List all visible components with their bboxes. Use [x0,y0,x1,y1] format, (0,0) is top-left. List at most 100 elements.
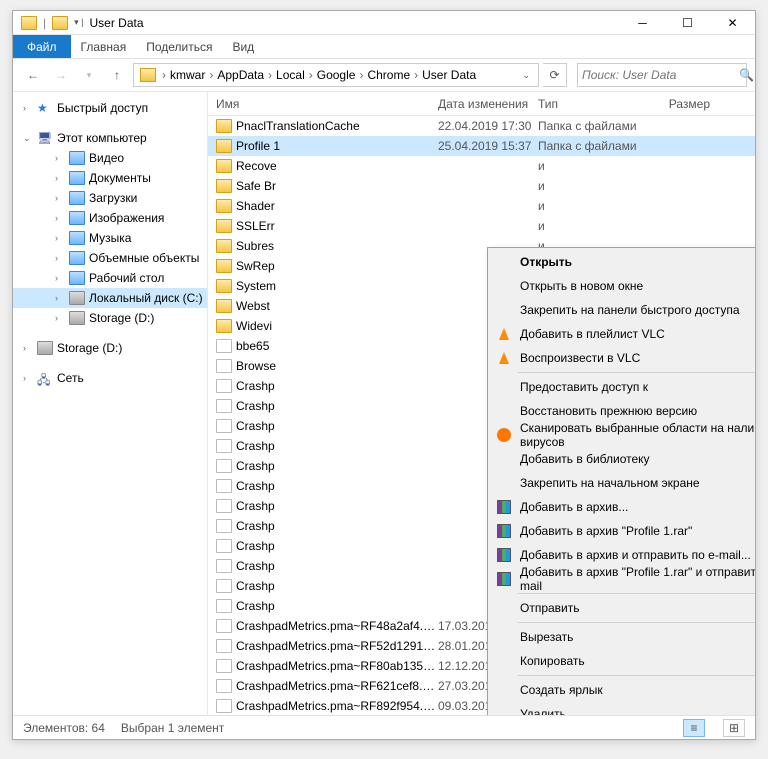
tab-share[interactable]: Поделиться [136,35,222,58]
ctx-open-new-window[interactable]: Открыть в новом окне [490,274,755,298]
vlc-icon [496,350,512,366]
table-row[interactable]: Safe Brи [208,176,755,196]
column-headers[interactable]: Имя Дата изменения Тип Размер [208,92,755,116]
folder-icon [69,271,85,285]
file-icon [216,559,232,573]
table-row[interactable]: Recoveи [208,156,755,176]
file-icon [216,419,232,433]
pc-icon: 🖥 [37,131,53,145]
search-box[interactable]: 🔍 [577,63,747,87]
ctx-scan-virus[interactable]: Сканировать выбранные области на наличие… [490,423,755,447]
chevron-right-icon[interactable]: › [357,68,365,82]
breadcrumb[interactable]: kmwar [168,68,207,82]
forward-button[interactable]: → [49,63,73,87]
ctx-pin-start[interactable]: Закрепить на начальном экране [490,471,755,495]
chevron-right-icon[interactable]: › [160,68,168,82]
folder-icon [216,239,232,253]
ctx-vlc-play[interactable]: Воспроизвести в VLC [490,346,755,370]
table-row[interactable]: PnaclTranslationCache22.04.2019 17:30Пап… [208,116,755,136]
status-bar: Элементов: 64 Выбран 1 элемент ≡ ⊞ [13,715,755,739]
sidebar-this-pc[interactable]: ⌄🖥Этот компьютер [13,128,207,148]
chevron-right-icon[interactable]: › [307,68,315,82]
disk-icon [69,291,85,305]
ctx-add-archive[interactable]: Добавить в архив... [490,495,755,519]
sidebar-item[interactable]: ›Объемные объекты [13,248,207,268]
ctx-add-rar[interactable]: Добавить в архив "Profile 1.rar" [490,519,755,543]
ctx-open[interactable]: Открыть [490,250,755,274]
col-type[interactable]: Тип [538,97,648,111]
col-date[interactable]: Дата изменения [438,97,538,111]
sidebar-network[interactable]: ›🖧Сеть [13,368,207,388]
sidebar-item[interactable]: ›Изображения [13,208,207,228]
ctx-copy[interactable]: Копировать [490,649,755,673]
table-row[interactable]: Shaderи [208,196,755,216]
sidebar-item[interactable]: ›Видео [13,148,207,168]
refresh-button[interactable]: ⟳ [543,63,567,87]
ctx-pin-quick-access[interactable]: Закрепить на панели быстрого доступа [490,298,755,322]
sidebar-quick-access[interactable]: ›★Быстрый доступ [13,98,207,118]
breadcrumb[interactable]: Google [315,68,358,82]
breadcrumb[interactable]: AppData [215,68,266,82]
breadcrumb[interactable]: Local [274,68,307,82]
ctx-give-access[interactable]: Предоставить доступ к▶ [490,375,755,399]
back-button[interactable]: ← [21,63,45,87]
tab-home[interactable]: Главная [71,35,137,58]
window-title: User Data [89,16,143,30]
ctx-add-archive-email[interactable]: Добавить в архив и отправить по e-mail..… [490,543,755,567]
search-icon: 🔍 [739,68,754,82]
file-name: Crashp [236,499,438,513]
breadcrumb[interactable]: User Data [420,68,478,82]
file-icon [216,439,232,453]
col-size[interactable]: Размер [648,97,718,111]
qat-dropdown[interactable]: ▾ | [74,17,83,28]
minimize-button[interactable]: ─ [620,8,665,38]
breadcrumb[interactable]: Chrome [365,68,412,82]
chevron-right-icon[interactable]: › [266,68,274,82]
ctx-add-rar-email[interactable]: Добавить в архив "Profile 1.rar" и отпра… [490,567,755,591]
sidebar-item[interactable]: ›Документы [13,168,207,188]
address-dropdown[interactable]: ⌄ [516,70,536,81]
maximize-button[interactable]: ☐ [665,8,710,38]
sidebar-storage-root[interactable]: ›Storage (D:) [13,338,207,358]
chevron-right-icon[interactable]: › [412,68,420,82]
file-icon [216,619,232,633]
search-input[interactable] [582,68,739,82]
table-row[interactable]: SSLErrи [208,216,755,236]
file-name: CrashpadMetrics.pma~RF80ab135.TMP [236,659,438,673]
file-name: Crashp [236,579,438,593]
file-name: Browse [236,359,438,373]
navigation-pane[interactable]: ›★Быстрый доступ ⌄🖥Этот компьютер ›Видео… [13,92,208,715]
file-icon [216,639,232,653]
file-name: Shader [236,199,438,213]
ctx-delete[interactable]: Удалить [490,702,755,715]
ctx-create-shortcut[interactable]: Создать ярлык [490,678,755,702]
file-icon [216,519,232,533]
sidebar-item[interactable]: ›Загрузки [13,188,207,208]
ribbon-tabs: Файл Главная Поделиться Вид [13,35,755,59]
table-row[interactable]: Profile 125.04.2019 15:37Папка с файлами [208,136,755,156]
col-name[interactable]: Имя [208,97,438,111]
icons-view-button[interactable]: ⊞ [723,719,745,737]
ctx-cut[interactable]: Вырезать [490,625,755,649]
ctx-send[interactable]: Отправить▶ [490,596,755,620]
folder-icon [216,179,232,193]
file-name: Crashp [236,459,438,473]
tab-view[interactable]: Вид [222,35,264,58]
close-button[interactable]: ✕ [710,8,755,38]
file-name: CrashpadMetrics.pma~RF621cef8.TMP [236,679,438,693]
file-menu[interactable]: Файл [13,35,71,58]
sidebar-item[interactable]: ›Музыка [13,228,207,248]
sidebar-item[interactable]: ›Рабочий стол [13,268,207,288]
ctx-vlc-add-playlist[interactable]: Добавить в плейлист VLC [490,322,755,346]
address-bar[interactable]: › kmwar › AppData › Local › Google › Chr… [133,63,539,87]
folder-icon [52,16,68,30]
sidebar-local-disk[interactable]: ›Локальный диск (C:) [13,288,207,308]
details-view-button[interactable]: ≡ [683,719,705,737]
chevron-right-icon[interactable]: › [207,68,215,82]
up-button[interactable]: ↑ [105,63,129,87]
status-selection: Выбран 1 элемент [121,721,224,735]
recent-dropdown[interactable]: ▾ [77,63,101,87]
ctx-add-library[interactable]: Добавить в библиотеку▶ [490,447,755,471]
ctx-restore-version[interactable]: Восстановить прежнюю версию [490,399,755,423]
sidebar-storage[interactable]: ›Storage (D:) [13,308,207,328]
